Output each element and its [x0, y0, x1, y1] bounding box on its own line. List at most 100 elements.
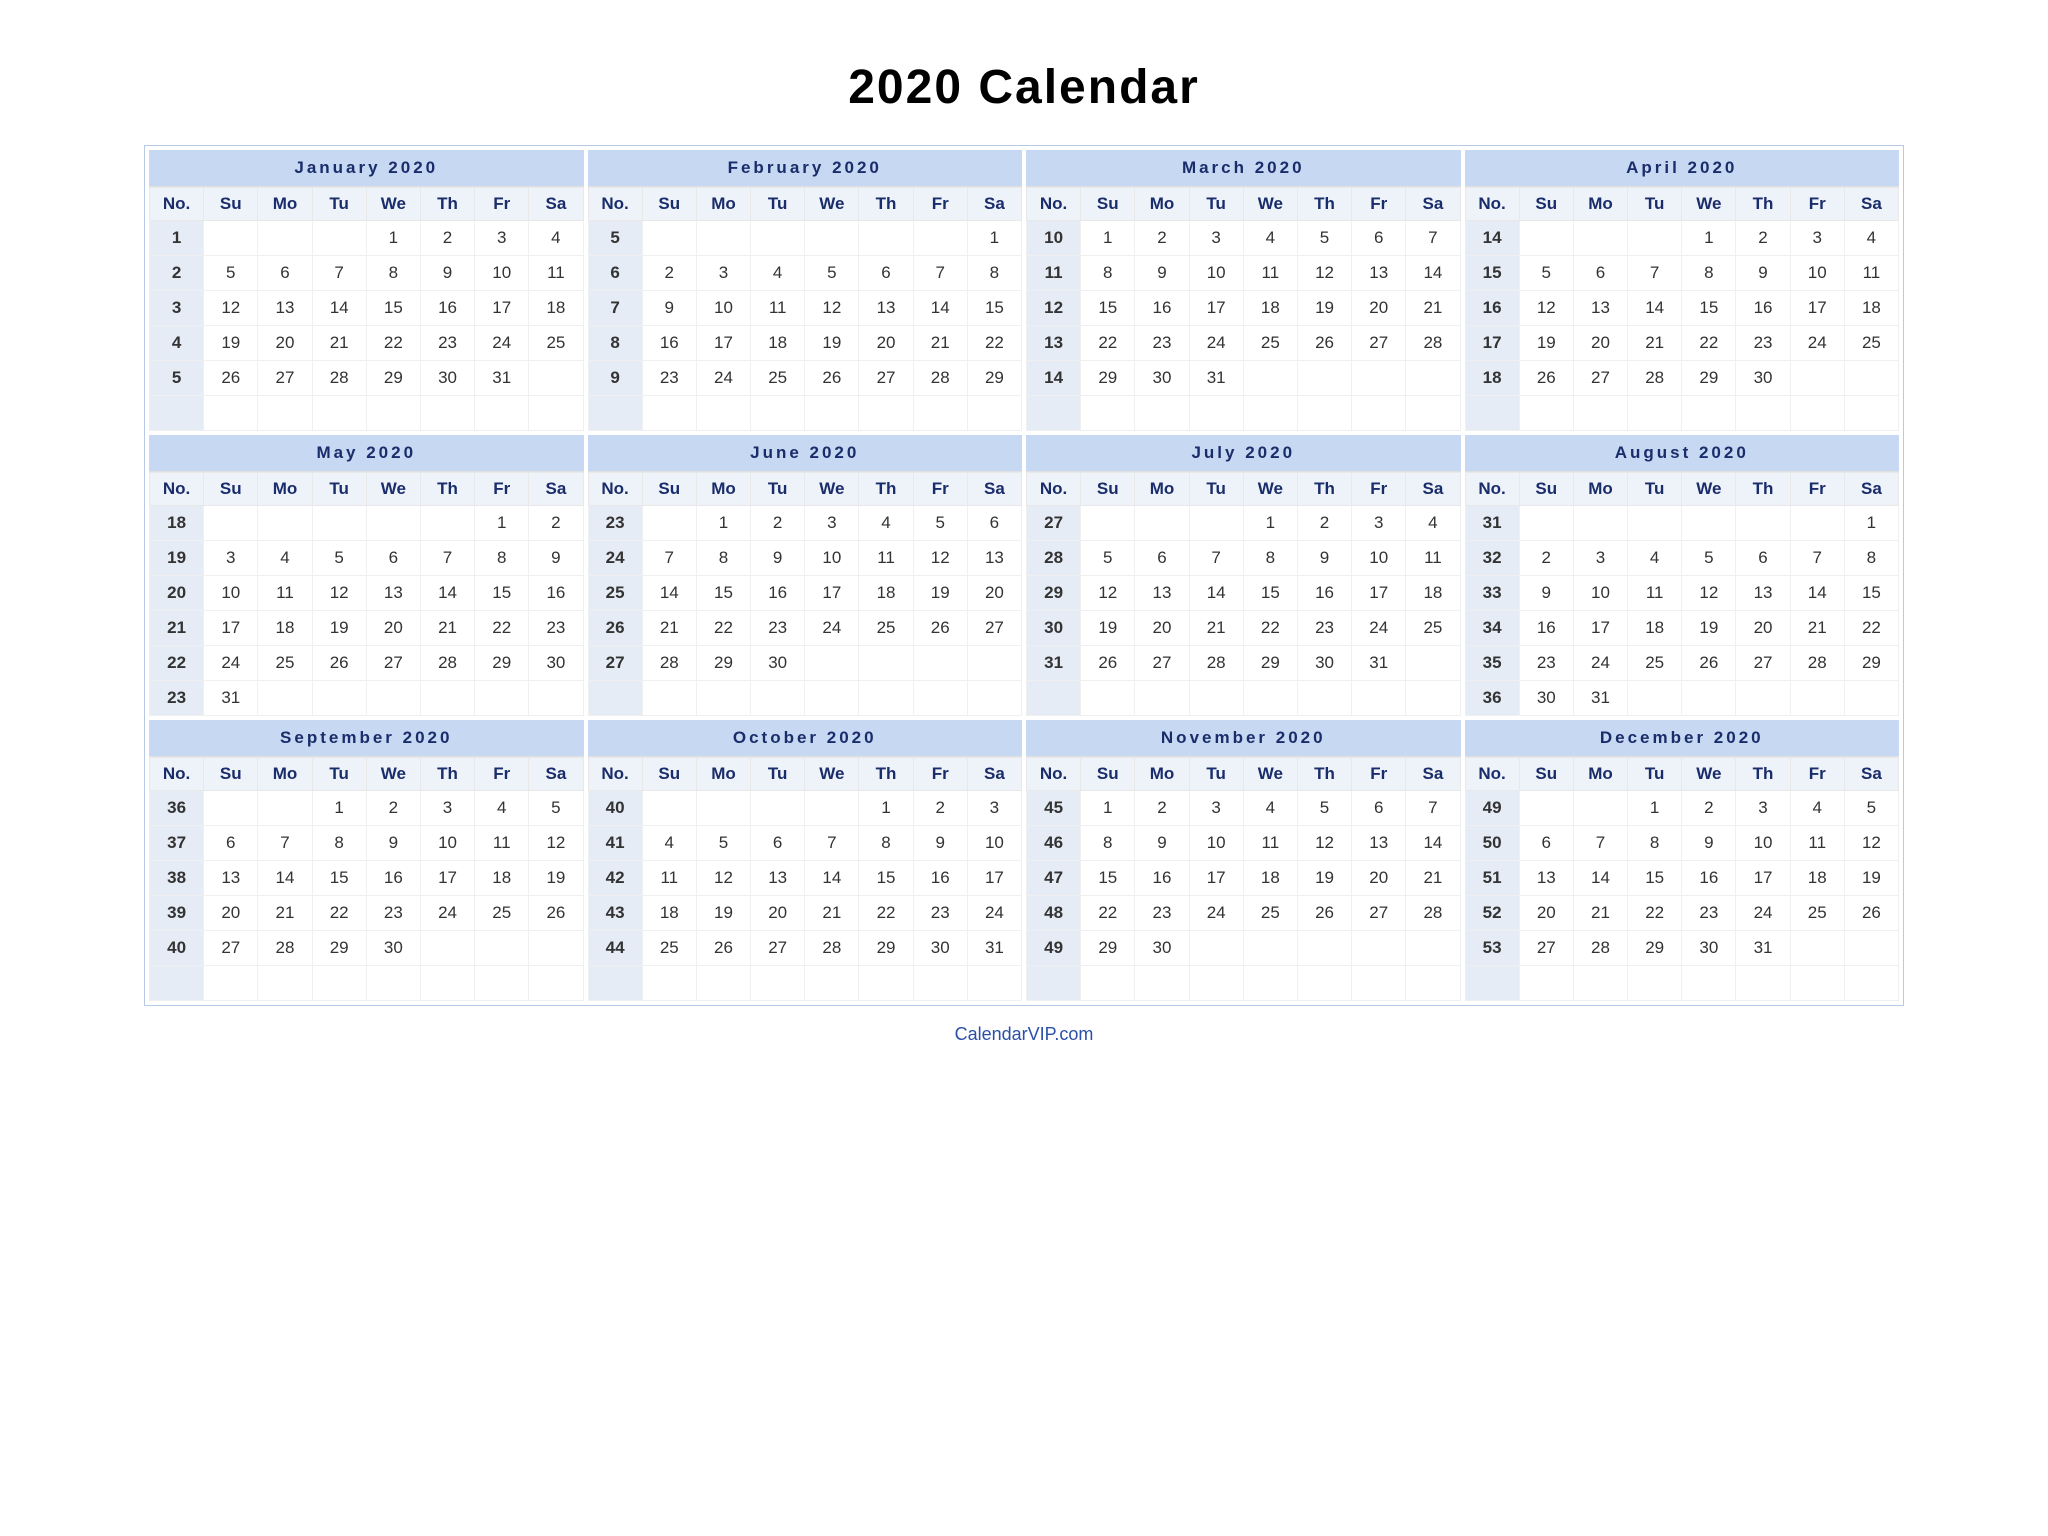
day-cell: 11	[258, 576, 312, 611]
day-cell: 20	[1352, 861, 1406, 896]
weekday-header: Sa	[529, 188, 583, 221]
day-cell: 1	[859, 791, 913, 826]
day-cell: 10	[204, 576, 258, 611]
day-cell: 26	[1844, 896, 1898, 931]
day-cell: 22	[1628, 896, 1682, 931]
day-cell: 18	[859, 576, 913, 611]
day-cell: 12	[1297, 256, 1351, 291]
day-cell: 16	[420, 291, 474, 326]
day-cell: 12	[696, 861, 750, 896]
day-cell: 18	[1243, 291, 1297, 326]
week-row: 2912131415161718	[1027, 576, 1461, 611]
day-cell: 14	[1573, 861, 1627, 896]
day-cell: 13	[258, 291, 312, 326]
day-cell: 3	[204, 541, 258, 576]
day-cell: 28	[312, 361, 366, 396]
month-table: No.SuMoTuWeThFrSa45123456746891011121314…	[1026, 757, 1461, 1001]
day-cell: 31	[204, 681, 258, 716]
day-cell	[1573, 506, 1627, 541]
week-number: 27	[588, 646, 642, 681]
day-cell: 9	[642, 291, 696, 326]
day-cell: 17	[1736, 861, 1790, 896]
day-cell: 1	[1081, 791, 1135, 826]
day-cell: 13	[1573, 291, 1627, 326]
weekday-header: We	[1243, 473, 1297, 506]
day-cell	[258, 791, 312, 826]
day-cell: 24	[696, 361, 750, 396]
week-number: 19	[150, 541, 204, 576]
day-cell	[859, 966, 913, 1001]
week-number: 47	[1027, 861, 1081, 896]
week-number: 1	[150, 221, 204, 256]
day-cell: 16	[1736, 291, 1790, 326]
day-cell: 17	[475, 291, 529, 326]
day-cell: 18	[475, 861, 529, 896]
week-row: 451234567	[1027, 791, 1461, 826]
weekday-header: We	[805, 188, 859, 221]
day-cell	[696, 966, 750, 1001]
day-cell	[366, 966, 420, 1001]
day-cell: 30	[913, 931, 967, 966]
day-cell: 22	[967, 326, 1021, 361]
day-cell: 30	[1135, 361, 1189, 396]
day-cell: 17	[805, 576, 859, 611]
day-cell	[1790, 966, 1844, 1001]
day-cell: 28	[420, 646, 474, 681]
day-cell: 1	[1081, 221, 1135, 256]
day-cell: 3	[696, 256, 750, 291]
week-row: 28567891011	[1027, 541, 1461, 576]
day-cell: 10	[1790, 256, 1844, 291]
day-cell	[1297, 966, 1351, 1001]
weekday-header: Th	[420, 758, 474, 791]
day-cell	[1243, 966, 1297, 1001]
week-row	[588, 681, 1022, 716]
day-cell: 5	[913, 506, 967, 541]
month-table: No.SuMoTuWeThFrSa49123455067891011125113…	[1465, 757, 1900, 1001]
week-row: 492930	[1027, 931, 1461, 966]
day-cell: 21	[1628, 326, 1682, 361]
day-cell: 10	[967, 826, 1021, 861]
weekday-header: Su	[204, 473, 258, 506]
week-number: 14	[1027, 361, 1081, 396]
day-cell: 27	[967, 611, 1021, 646]
day-cell: 16	[1297, 576, 1351, 611]
month: April 2020No.SuMoTuWeThFrSa1412341556789…	[1465, 150, 1900, 431]
day-cell	[204, 221, 258, 256]
day-cell	[1519, 221, 1573, 256]
day-cell: 13	[204, 861, 258, 896]
month-table: No.SuMoTuWeThFrSa10123456711891011121314…	[1026, 187, 1461, 431]
week-number	[150, 966, 204, 1001]
week-number: 13	[1027, 326, 1081, 361]
day-cell	[1352, 966, 1406, 1001]
day-cell: 15	[1628, 861, 1682, 896]
day-cell: 2	[1297, 506, 1351, 541]
week-number: 24	[588, 541, 642, 576]
day-cell: 20	[366, 611, 420, 646]
day-cell: 24	[1189, 326, 1243, 361]
weekday-header: Su	[1519, 188, 1573, 221]
day-cell: 27	[1135, 646, 1189, 681]
day-cell: 12	[1081, 576, 1135, 611]
day-cell: 2	[529, 506, 583, 541]
week-number: 49	[1465, 791, 1519, 826]
week-number	[1465, 966, 1519, 1001]
day-cell: 4	[529, 221, 583, 256]
weekday-header: Sa	[1844, 758, 1898, 791]
week-row: 193456789	[150, 541, 584, 576]
week-number: 33	[1465, 576, 1519, 611]
week-number: 25	[588, 576, 642, 611]
day-cell: 7	[642, 541, 696, 576]
weekday-header: We	[805, 758, 859, 791]
day-cell: 26	[1081, 646, 1135, 681]
day-cell: 4	[1790, 791, 1844, 826]
day-cell: 26	[1297, 896, 1351, 931]
day-cell: 7	[1406, 221, 1460, 256]
day-cell: 26	[913, 611, 967, 646]
month-title: May 2020	[149, 435, 584, 472]
month: March 2020No.SuMoTuWeThFrSa1012345671189…	[1026, 150, 1461, 431]
day-cell: 1	[1243, 506, 1297, 541]
week-number: 23	[150, 681, 204, 716]
day-cell: 10	[475, 256, 529, 291]
day-cell: 19	[805, 326, 859, 361]
day-cell	[420, 966, 474, 1001]
